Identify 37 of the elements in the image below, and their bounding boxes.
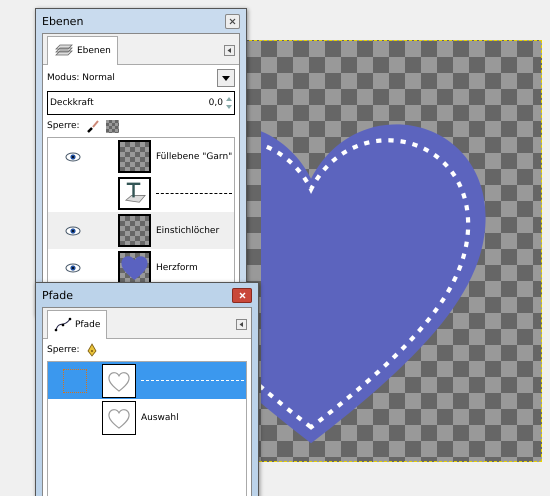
checker-icon[interactable] <box>106 120 119 132</box>
path-name: Auswahl <box>141 412 179 422</box>
caret-icon <box>222 76 230 80</box>
close-button[interactable] <box>225 14 240 28</box>
eye-icon[interactable] <box>65 226 81 236</box>
layer-name: Einstichlöcher <box>156 226 220 236</box>
window-title: Pfade <box>42 288 73 302</box>
layer-row[interactable]: Einstichlöcher <box>48 212 234 249</box>
close-icon <box>238 292 246 298</box>
layer-name: Füllebene "Garn" <box>156 152 232 162</box>
layer-thumbnail <box>118 214 151 247</box>
close-icon <box>229 18 236 24</box>
lock-label: Sperre: <box>47 121 80 131</box>
paths-tab[interactable]: Pfade <box>47 310 108 339</box>
tab-menu-icon[interactable] <box>224 45 235 56</box>
tab-menu-icon[interactable] <box>236 319 247 330</box>
link-toggle[interactable] <box>63 368 87 392</box>
pen-nib-icon[interactable] <box>86 343 98 357</box>
path-row[interactable] <box>48 362 246 399</box>
eye-icon[interactable] <box>65 152 81 162</box>
layer-name: Herzform <box>156 262 198 272</box>
layer-row[interactable]: Füllebene "Garn" <box>48 138 234 175</box>
layer-thumbnail <box>118 140 151 173</box>
window-title: Ebenen <box>42 14 84 28</box>
heart-path-thumbnail <box>102 400 136 434</box>
layers-tab[interactable]: Ebenen <box>47 36 118 65</box>
lock-label: Sperre: <box>47 345 80 355</box>
eye-icon[interactable] <box>65 262 81 272</box>
heart-thumbnail <box>118 251 151 284</box>
heart-path-thumbnail <box>102 364 136 398</box>
brush-icon[interactable] <box>86 119 100 133</box>
path-curve-icon <box>54 316 72 334</box>
opacity-field[interactable]: Deckkraft 0,0 <box>47 91 235 115</box>
dropdown-button[interactable] <box>217 69 235 87</box>
text-layer-thumbnail <box>118 177 151 210</box>
close-button[interactable] <box>232 288 252 302</box>
mode-label: Modus: Normal <box>47 73 115 83</box>
